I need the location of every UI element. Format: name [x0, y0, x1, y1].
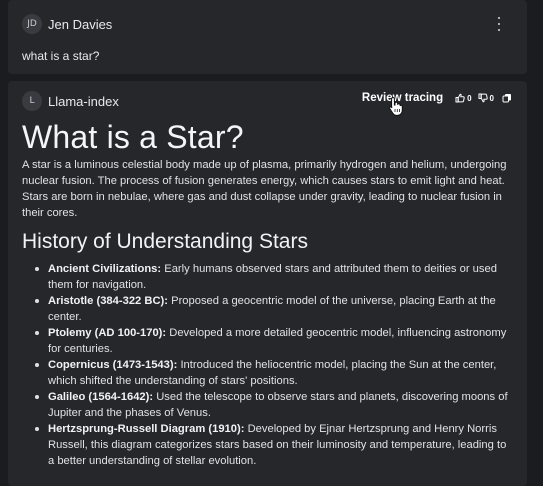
list-item-term: Ancient Civilizations: [48, 263, 162, 275]
copy-button[interactable] [502, 93, 512, 103]
list-item-term: Copernicus (1473-1543): [48, 359, 178, 371]
answer-title: What is a Star? [22, 119, 244, 155]
thumbs-down-button[interactable]: 0 [478, 93, 494, 103]
answer-intro: A star is a luminous celestial body made… [22, 159, 507, 219]
list-item: Aristotle (384-322 BC): Proposed a geoce… [22, 293, 514, 325]
author-name: Jen Davies [48, 16, 113, 32]
list-item: Ptolemy (AD 100-170): Developed a more d… [22, 325, 514, 357]
hand-pointer-icon [389, 96, 403, 116]
section-heading: History of Understanding Stars [22, 230, 308, 253]
user-message-header: JD Jen Davies [22, 14, 112, 34]
more-options-icon[interactable] [497, 17, 501, 31]
list-item-term: Hertzsprung-Russell Diagram (1910): [48, 423, 245, 435]
list-item-term: Galileo (1564-1642): [48, 391, 154, 403]
avatar: L [22, 91, 42, 111]
list-item-term: Ptolemy (AD 100-170): [48, 327, 167, 339]
thumbs-down-count: 0 [489, 93, 494, 103]
list-item: Galileo (1564-1642): Used the telescope … [22, 389, 514, 421]
user-message-text: what is a star? [22, 49, 100, 63]
message-actions: Review tracing 0 0 [362, 92, 512, 104]
list-item: Hertzsprung-Russell Diagram (1910): Deve… [22, 421, 514, 469]
copy-icon [502, 94, 511, 103]
thumbs-down-icon [478, 93, 488, 103]
list-item-term: Aristotle (384-322 BC): [48, 295, 168, 307]
user-message-card: JD Jen Davies what is a star? [8, 0, 527, 74]
assistant-message-card: L Llama-index Review tracing 0 0 What is… [8, 81, 527, 486]
thumbs-up-icon [455, 93, 465, 103]
list-item: Ancient Civilizations: Early humans obse… [22, 261, 514, 293]
history-list: Ancient Civilizations: Early humans obse… [22, 261, 514, 469]
author-name: Llama-index [48, 93, 119, 109]
thumbs-up-count: 0 [467, 93, 472, 103]
thumbs-up-button[interactable]: 0 [455, 93, 472, 103]
avatar: JD [22, 14, 42, 34]
list-item: Copernicus (1473-1543): Introduced the h… [22, 357, 514, 389]
assistant-message-header: L Llama-index [22, 91, 119, 111]
assistant-message-body: What is a Star? A star is a luminous cel… [22, 119, 514, 469]
